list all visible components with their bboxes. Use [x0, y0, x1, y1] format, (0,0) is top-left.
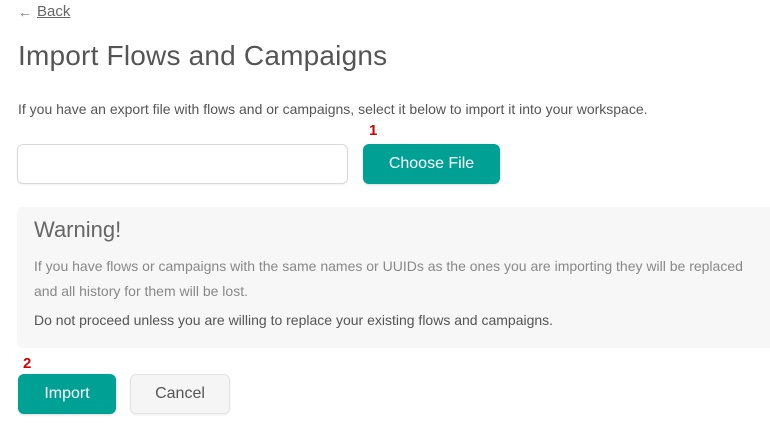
intro-text: If you have an export file with flows an… — [18, 101, 648, 117]
warning-emphasis: Do not proceed unless you are willing to… — [34, 312, 554, 328]
step-marker-2: 2 — [23, 355, 32, 372]
cancel-button[interactable]: Cancel — [130, 374, 230, 414]
choose-file-button[interactable]: Choose File — [363, 144, 500, 184]
left-arrow-icon: ← — [18, 3, 32, 20]
warning-text: If you have flows or campaigns with the … — [34, 258, 743, 299]
back-link-label: Back — [37, 3, 71, 20]
page-title: Import Flows and Campaigns — [18, 40, 388, 71]
file-path-input[interactable] — [17, 144, 348, 184]
import-page: ← Back Import Flows and Campaigns If you… — [0, 0, 770, 433]
warning-title: Warning! — [34, 217, 122, 242]
warning-box: Warning! If you have flows or campaigns … — [17, 207, 770, 348]
back-link[interactable]: ← Back — [18, 3, 70, 20]
import-button[interactable]: Import — [18, 374, 116, 414]
step-marker-1: 1 — [369, 122, 378, 139]
